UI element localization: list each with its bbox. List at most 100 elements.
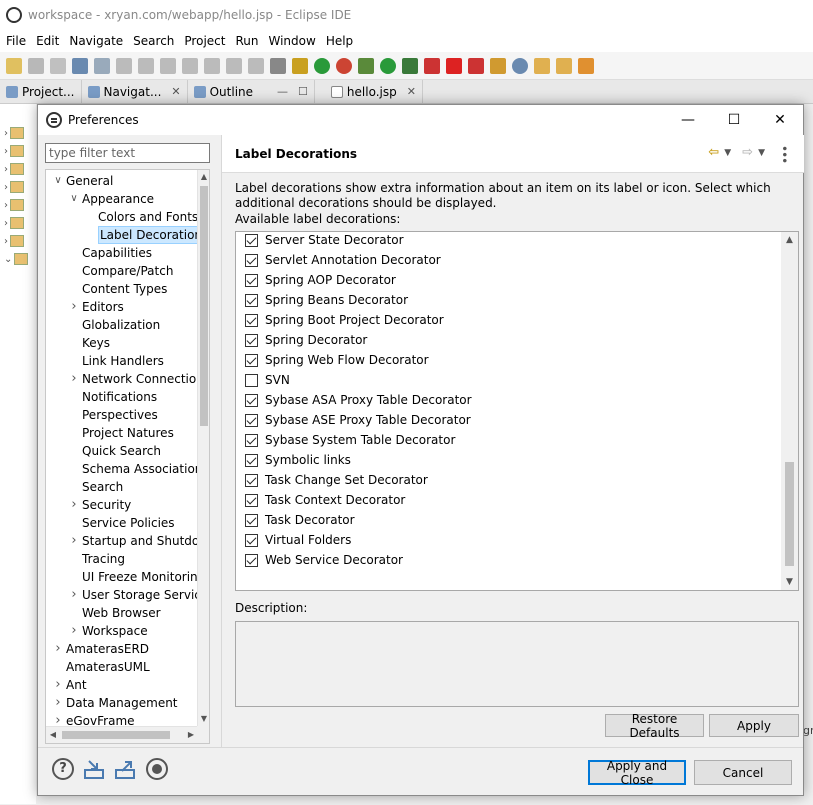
record-icon[interactable] — [146, 758, 168, 780]
step-return-icon[interactable] — [248, 57, 264, 74]
decoration-item[interactable]: Symbolic links — [245, 450, 351, 470]
tree-item[interactable]: › Ant — [46, 676, 198, 694]
tree-item[interactable]: › AmaterasERD — [46, 640, 198, 658]
tab-navigator[interactable]: Navigat... ✕ — [82, 79, 188, 104]
scroll-up-icon[interactable]: ▲ — [781, 232, 798, 248]
menu-run[interactable]: Run — [233, 34, 266, 48]
tree-item[interactable]: UI Freeze Monitoring — [46, 568, 198, 586]
close-icon[interactable]: ✕ — [171, 85, 180, 98]
back-arrow-icon[interactable]: ⇦ — [708, 145, 719, 161]
menu-help[interactable]: Help — [324, 34, 361, 48]
tree-item[interactable]: Notifications — [46, 388, 198, 406]
project-item[interactable]: › — [0, 142, 36, 160]
export-icon[interactable] — [114, 758, 136, 780]
tab-project-explorer[interactable]: Project... — [0, 79, 82, 104]
task-icon[interactable] — [292, 57, 308, 74]
skip-breakpoints-icon[interactable] — [94, 57, 110, 74]
spring-boot-icon[interactable] — [314, 57, 330, 74]
decoration-checkbox[interactable] — [245, 353, 258, 367]
chevron-right-icon[interactable]: › — [68, 532, 80, 550]
step-over-icon[interactable] — [226, 57, 242, 74]
maximize-view-icon[interactable]: ☐ — [298, 85, 308, 98]
decoration-item[interactable]: Spring AOP Decorator — [245, 270, 396, 290]
new-icon[interactable] — [6, 57, 22, 74]
view-menu-icon[interactable]: ••• — [776, 145, 792, 163]
project-item[interactable]: › — [0, 232, 36, 250]
tree-item[interactable]: Colors and Fonts — [46, 208, 198, 226]
decoration-item[interactable]: Spring Web Flow Decorator — [245, 350, 429, 370]
tree-item[interactable]: Quick Search — [46, 442, 198, 460]
stop-icon[interactable] — [446, 57, 462, 74]
scroll-thumb[interactable] — [200, 186, 208, 426]
decoration-item[interactable]: Sybase ASA Proxy Table Decorator — [245, 390, 472, 410]
save-all-icon[interactable] — [50, 57, 66, 74]
external-tools-icon[interactable] — [468, 57, 484, 74]
scroll-down-icon[interactable]: ▼ — [781, 574, 798, 590]
decoration-checkbox[interactable] — [245, 533, 258, 547]
tab-outline[interactable]: Outline — ☐ — [188, 79, 315, 104]
tree-item[interactable]: Web Browser — [46, 604, 198, 622]
chevron-down-icon[interactable]: ∨ — [68, 190, 80, 208]
tree-item[interactable]: Keys — [46, 334, 198, 352]
close-button[interactable]: ✕ — [757, 105, 803, 135]
step-into-icon[interactable] — [204, 57, 220, 74]
tree-item[interactable]: Tracing — [46, 550, 198, 568]
project-item[interactable]: › — [0, 160, 36, 178]
scroll-thumb[interactable] — [62, 731, 170, 739]
save-icon[interactable] — [28, 57, 44, 74]
decoration-item[interactable]: Sybase ASE Proxy Table Decorator — [245, 410, 471, 430]
new-class-icon[interactable] — [512, 57, 528, 74]
decoration-checkbox[interactable] — [245, 273, 258, 287]
format-icon[interactable] — [270, 57, 286, 74]
tree-item[interactable]: AmaterasUML — [46, 658, 198, 676]
decoration-checkbox[interactable] — [245, 493, 258, 507]
tree-item[interactable]: Project Natures — [46, 424, 198, 442]
scroll-thumb[interactable] — [785, 462, 794, 566]
cancel-button[interactable]: Cancel — [694, 760, 792, 785]
chevron-right-icon[interactable]: › — [68, 370, 80, 388]
chevron-right-icon[interactable]: › — [68, 496, 80, 514]
resume-icon[interactable] — [116, 57, 132, 74]
tree-item[interactable]: › Security — [46, 496, 198, 514]
forward-arrow-icon[interactable]: ⇨ — [742, 145, 753, 161]
tree-item[interactable]: Content Types — [46, 280, 198, 298]
chevron-right-icon[interactable]: › — [52, 694, 64, 712]
project-item[interactable]: › — [0, 214, 36, 232]
tree-horizontal-scrollbar[interactable]: ◀ ▶ — [46, 726, 198, 743]
tree-item[interactable]: ∨ Appearance — [46, 190, 198, 208]
chevron-right-icon[interactable]: › — [68, 586, 80, 604]
tree-item[interactable]: › User Storage Service — [46, 586, 198, 604]
tree-item[interactable]: › Data Management — [46, 694, 198, 712]
search-toolbar-icon[interactable] — [578, 57, 594, 74]
decoration-item[interactable]: SVN — [245, 370, 290, 390]
tab-hello-jsp[interactable]: hello.jsp ✕ — [325, 79, 423, 104]
decoration-checkbox[interactable] — [245, 233, 258, 247]
close-icon[interactable]: ✕ — [407, 85, 416, 98]
tree-item[interactable]: Capabilities — [46, 244, 198, 262]
minimize-view-icon[interactable]: — — [277, 85, 288, 98]
decoration-item[interactable]: Spring Boot Project Decorator — [245, 310, 444, 330]
tree-item[interactable]: ›Startup and Shutdown — [46, 532, 198, 550]
decoration-item[interactable]: Task Change Set Decorator — [245, 470, 428, 490]
project-item[interactable]: › — [0, 178, 36, 196]
chevron-down-icon[interactable]: ▼ — [724, 148, 731, 158]
restore-defaults-button[interactable]: Restore Defaults — [605, 712, 704, 740]
terminate-icon[interactable] — [160, 57, 176, 74]
tree-item[interactable]: › Editors — [46, 298, 198, 316]
decoration-item[interactable]: Task Decorator — [245, 510, 355, 530]
project-item[interactable]: ⌄ — [0, 250, 36, 268]
project-item[interactable]: › — [0, 124, 36, 142]
disconnect-icon[interactable] — [182, 57, 198, 74]
debug-icon[interactable] — [358, 57, 374, 74]
tree-item[interactable]: › Network Connections — [46, 370, 198, 388]
decoration-checkbox[interactable] — [245, 513, 258, 527]
decoration-checkbox[interactable] — [245, 253, 258, 267]
decoration-item[interactable]: Server State Decorator — [245, 232, 404, 250]
apply-and-close-button[interactable]: Apply and Close — [588, 759, 686, 787]
suspend-icon[interactable] — [138, 57, 154, 74]
menu-window[interactable]: Window — [266, 34, 323, 48]
decoration-checkbox[interactable] — [245, 293, 258, 307]
chevron-right-icon[interactable]: › — [68, 622, 80, 640]
scroll-down-icon[interactable]: ▼ — [198, 712, 209, 726]
tree-item[interactable]: Perspectives — [46, 406, 198, 424]
